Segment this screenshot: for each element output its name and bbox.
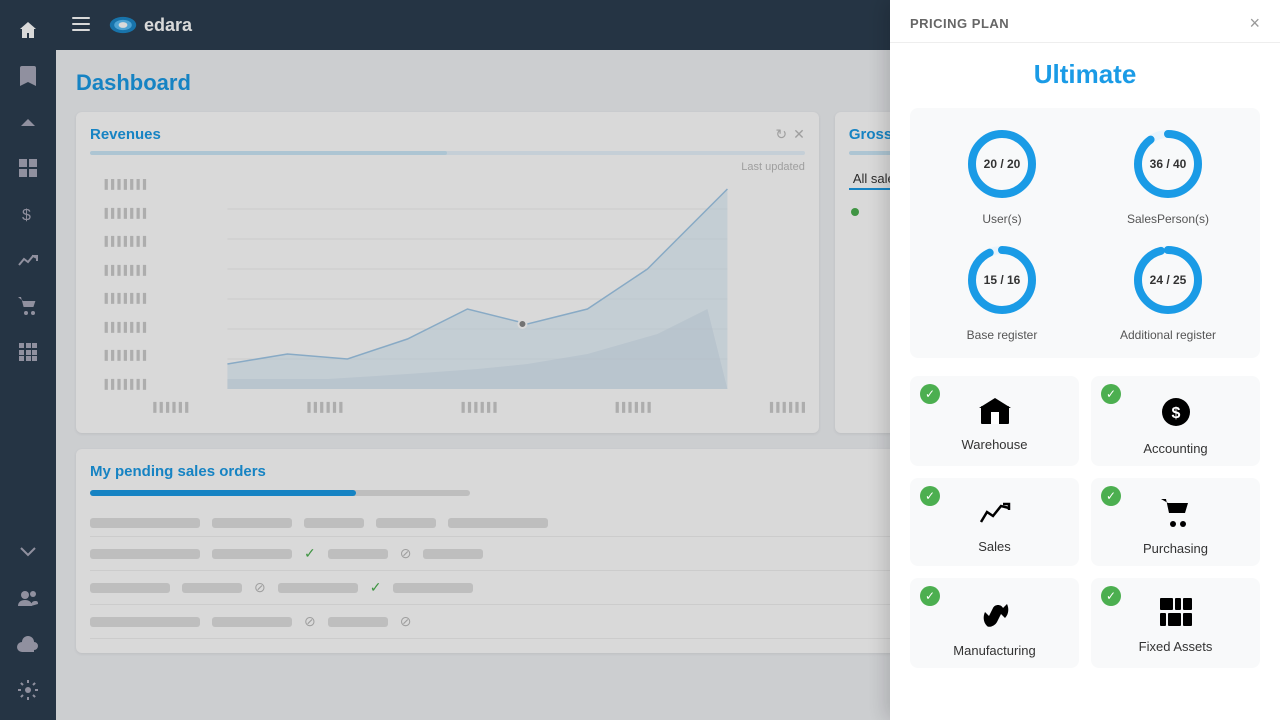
pricing-panel: PRICING PLAN × Ultimate 20 / 20 User(s)	[890, 0, 1280, 720]
svg-text:$: $	[1171, 405, 1180, 422]
users-circle-label: User(s)	[982, 212, 1021, 226]
warehouse-check-icon: ✓	[920, 384, 940, 404]
manufacturing-icon	[979, 598, 1011, 637]
plan-name: Ultimate	[910, 59, 1260, 90]
salesperson-circle-item: 36 / 40 SalesPerson(s)	[1092, 124, 1244, 226]
module-tile-fixed-assets: ✓ Fixed Assets	[1091, 578, 1260, 668]
additional-register-donut-svg: 24 / 25	[1128, 240, 1208, 320]
base-register-circle-item: 15 / 16 Base register	[926, 240, 1078, 342]
module-label-fixed-assets: Fixed Assets	[1139, 639, 1213, 654]
additional-register-circle-value: 24 / 25	[1150, 273, 1187, 287]
module-label-manufacturing: Manufacturing	[953, 643, 1035, 658]
base-register-circle-label: Base register	[967, 328, 1038, 342]
salesperson-donut-svg: 36 / 40	[1128, 124, 1208, 204]
module-label-warehouse: Warehouse	[962, 437, 1028, 452]
purchasing-check-icon: ✓	[1101, 486, 1121, 506]
pricing-panel-body: Ultimate 20 / 20 User(s) 36 / 40 Sal	[890, 43, 1280, 720]
warehouse-icon	[979, 396, 1011, 431]
base-register-circle-value: 15 / 16	[984, 273, 1021, 287]
sales-icon	[979, 498, 1011, 533]
sales-check-icon: ✓	[920, 486, 940, 506]
pricing-panel-title: PRICING PLAN	[910, 16, 1009, 31]
modules-grid: ✓ Warehouse ✓ $	[910, 376, 1260, 668]
additional-register-circle-item: 24 / 25 Additional register	[1092, 240, 1244, 342]
pricing-panel-header: PRICING PLAN ×	[890, 0, 1280, 43]
manufacturing-check-icon: ✓	[920, 586, 940, 606]
accounting-icon: $	[1160, 396, 1192, 435]
users-circle-item: 20 / 20 User(s)	[926, 124, 1078, 226]
salesperson-circle-value: 36 / 40	[1150, 157, 1187, 171]
pricing-panel-close-button[interactable]: ×	[1249, 14, 1260, 32]
purchasing-icon	[1160, 498, 1192, 535]
module-tile-manufacturing: ✓ Manufacturing	[910, 578, 1079, 668]
fixed-assets-check-icon: ✓	[1101, 586, 1121, 606]
additional-register-circle-label: Additional register	[1120, 328, 1216, 342]
module-tile-sales: ✓ Sales	[910, 478, 1079, 566]
accounting-check-icon: ✓	[1101, 384, 1121, 404]
usage-circles-grid: 20 / 20 User(s) 36 / 40 SalesPerson(s) 1	[910, 108, 1260, 358]
module-label-sales: Sales	[978, 539, 1011, 554]
module-tile-accounting: ✓ $ Accounting	[1091, 376, 1260, 466]
module-tile-purchasing: ✓ Purchasing	[1091, 478, 1260, 566]
module-label-purchasing: Purchasing	[1143, 541, 1208, 556]
salesperson-circle-label: SalesPerson(s)	[1127, 212, 1209, 226]
module-tile-warehouse: ✓ Warehouse	[910, 376, 1079, 466]
base-register-donut-svg: 15 / 16	[962, 240, 1042, 320]
users-circle-value: 20 / 20	[984, 157, 1021, 171]
module-label-accounting: Accounting	[1143, 441, 1207, 456]
fixed-assets-icon	[1160, 598, 1192, 633]
users-donut-svg: 20 / 20	[962, 124, 1042, 204]
